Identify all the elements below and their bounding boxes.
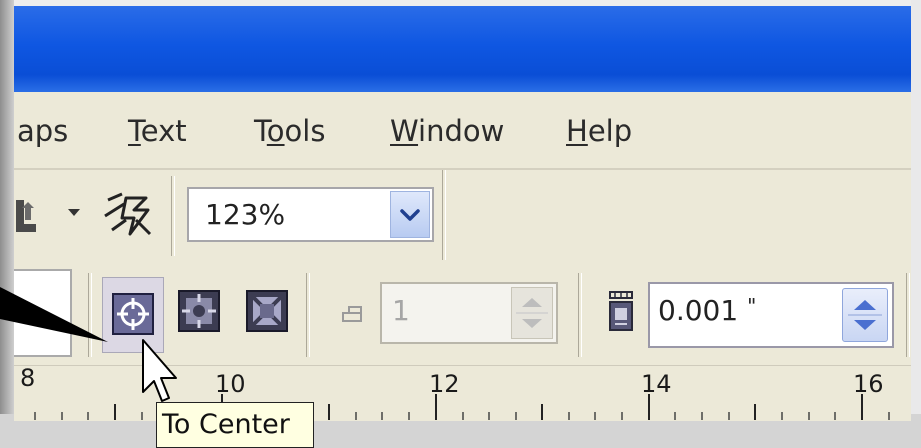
app-window: aps Text Tools Window Help 123% 1 0.001 … — [0, 0, 921, 448]
mouse-cursor-icon — [142, 339, 177, 402]
callout-pointer — [0, 287, 108, 342]
annotation-overlay — [0, 287, 177, 402]
